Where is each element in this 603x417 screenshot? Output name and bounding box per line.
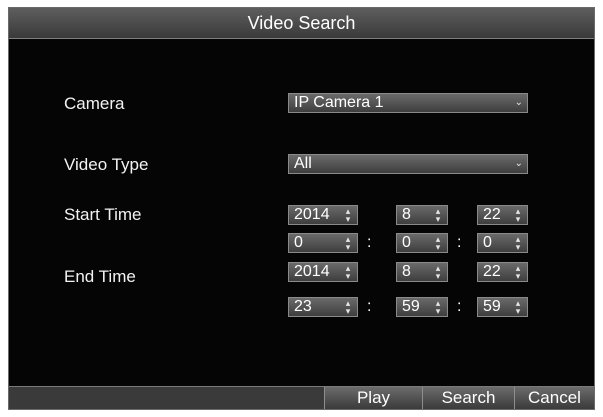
- spinner-icon: ▴ ▾: [345, 263, 351, 281]
- play-button[interactable]: Play: [324, 387, 422, 409]
- start-second-spinner[interactable]: 0 ▴ ▾: [477, 233, 528, 253]
- camera-select[interactable]: IP Camera 1 ⌄: [288, 93, 528, 113]
- end-second-value: 59: [483, 298, 501, 315]
- end-month-spinner[interactable]: 8 ▴ ▾: [396, 262, 448, 282]
- start-month-value: 8: [402, 206, 411, 223]
- start-month-spinner[interactable]: 8 ▴ ▾: [396, 205, 448, 225]
- video-type-value: All: [294, 155, 312, 172]
- chevron-down-icon: ⌄: [514, 97, 523, 108]
- time-separator: :: [457, 298, 462, 315]
- dialog-title: Video Search: [9, 8, 594, 39]
- end-day-spinner[interactable]: 22 ▴ ▾: [477, 262, 528, 282]
- start-minute-spinner[interactable]: 0 ▴ ▾: [396, 233, 448, 253]
- end-hour-value: 23: [294, 298, 312, 315]
- spinner-icon: ▴ ▾: [345, 234, 351, 252]
- camera-label: Camera: [64, 94, 125, 113]
- start-time-label: Start Time: [64, 205, 142, 224]
- chevron-down-icon: ⌄: [514, 158, 523, 169]
- start-minute-value: 0: [402, 234, 411, 251]
- end-year-spinner[interactable]: 2014 ▴ ▾: [288, 262, 358, 282]
- start-year-spinner[interactable]: 2014 ▴ ▾: [288, 205, 358, 225]
- end-minute-value: 59: [402, 298, 420, 315]
- end-minute-spinner[interactable]: 59 ▴ ▾: [396, 297, 448, 317]
- spinner-icon: ▴ ▾: [515, 263, 521, 281]
- end-month-value: 8: [402, 263, 411, 280]
- button-bar: Play Search Cancel: [9, 386, 594, 409]
- cancel-button[interactable]: Cancel: [514, 387, 594, 409]
- spinner-icon: ▴ ▾: [435, 263, 441, 281]
- spinner-icon: ▴ ▾: [515, 234, 521, 252]
- start-day-value: 22: [483, 206, 501, 223]
- time-separator: :: [367, 234, 372, 251]
- spinner-icon: ▴ ▾: [345, 206, 351, 224]
- spinner-icon: ▴ ▾: [345, 298, 351, 316]
- video-type-label: Video Type: [64, 155, 149, 174]
- spinner-icon: ▴ ▾: [435, 234, 441, 252]
- search-button[interactable]: Search: [422, 387, 514, 409]
- start-hour-spinner[interactable]: 0 ▴ ▾: [288, 233, 358, 253]
- spinner-icon: ▴ ▾: [435, 206, 441, 224]
- video-type-select[interactable]: All ⌄: [288, 154, 528, 174]
- time-separator: :: [367, 298, 372, 315]
- start-year-value: 2014: [294, 206, 330, 223]
- end-hour-spinner[interactable]: 23 ▴ ▾: [288, 297, 358, 317]
- start-hour-value: 0: [294, 234, 303, 251]
- start-day-spinner[interactable]: 22 ▴ ▾: [477, 205, 528, 225]
- spinner-icon: ▴ ▾: [515, 206, 521, 224]
- camera-value: IP Camera 1: [294, 94, 384, 111]
- end-year-value: 2014: [294, 263, 330, 280]
- end-day-value: 22: [483, 263, 501, 280]
- end-time-label: End Time: [64, 267, 136, 286]
- time-separator: :: [457, 234, 462, 251]
- start-second-value: 0: [483, 234, 492, 251]
- end-second-spinner[interactable]: 59 ▴ ▾: [477, 297, 528, 317]
- video-search-dialog: Video Search Camera IP Camera 1 ⌄ Video …: [8, 7, 595, 410]
- spinner-icon: ▴ ▾: [435, 298, 441, 316]
- spinner-icon: ▴ ▾: [515, 298, 521, 316]
